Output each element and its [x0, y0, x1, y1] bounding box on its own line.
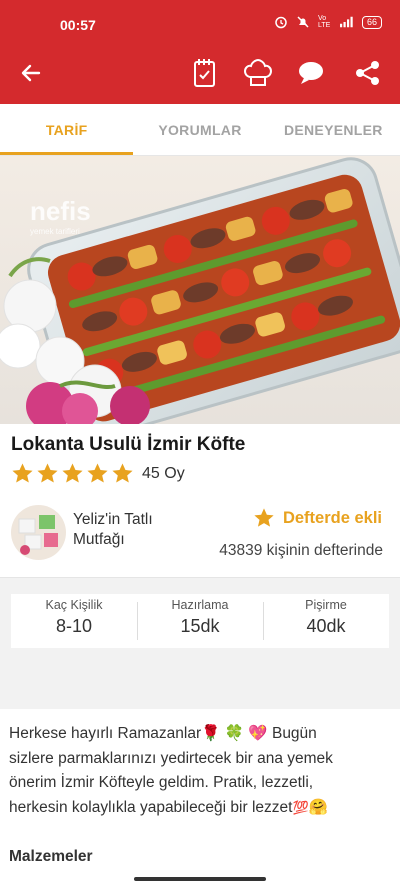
- servings-label: Kaç Kişilik: [45, 598, 103, 612]
- prep-time-value: 15dk: [180, 616, 220, 636]
- favorite-label: Defterde ekli: [282, 508, 382, 527]
- tab-bar: TARİF YORUMLAR DENEYENLER: [0, 104, 400, 156]
- rose-emoji: 🌹: [201, 725, 221, 742]
- share-button[interactable]: [351, 56, 385, 90]
- share-icon: [356, 61, 379, 85]
- rating[interactable]: 45 Oy: [11, 462, 185, 485]
- heart-emoji: 💖: [248, 725, 268, 742]
- comment-button[interactable]: [294, 56, 328, 90]
- back-button[interactable]: [14, 56, 48, 90]
- star-icon: [87, 463, 108, 483]
- info-section: Kaç Kişilik 8-10 Hazırlama 15dk Pişirme …: [0, 577, 400, 709]
- status-bar: 00:57 Vo LTE 66: [0, 0, 400, 42]
- hundred-emoji: 💯: [292, 799, 309, 815]
- star-icon: [12, 463, 33, 483]
- cook-time-value: 40dk: [306, 616, 346, 636]
- watermark-logo-sub: yemek tarifleri: [30, 227, 80, 236]
- ingredients-title: Malzemeler: [9, 848, 93, 865]
- notebook-icon: [194, 59, 215, 87]
- tab-recipe[interactable]: TARİF: [0, 104, 134, 155]
- mute-icon: [296, 15, 310, 29]
- author-name[interactable]: Yeliz'in Tatlı Mutfağı: [73, 510, 183, 550]
- tab-tried[interactable]: DENEYENLER: [267, 104, 400, 155]
- notebook-button[interactable]: [188, 56, 222, 90]
- prep-time-info: Hazırlama 15dk: [137, 594, 263, 648]
- app-bar: [0, 42, 400, 104]
- signal-icon: [339, 15, 354, 29]
- prep-time-label: Hazırlama: [171, 598, 229, 612]
- rating-count: 45 Oy: [142, 464, 185, 482]
- status-time: 00:57: [60, 17, 96, 33]
- recipe-title: Lokanta Usulü İzmir Köfte: [11, 434, 246, 455]
- author-avatar[interactable]: [11, 505, 66, 560]
- tab-comments[interactable]: YORUMLAR: [133, 104, 266, 155]
- chef-hat-button[interactable]: [241, 56, 275, 90]
- favorite-button[interactable]: Defterde ekli: [253, 507, 382, 529]
- star-icon: [62, 463, 83, 483]
- battery-indicator: 66: [361, 15, 382, 29]
- watermark-logo: nefis: [30, 196, 91, 226]
- lte-label: Vo LTE: [317, 15, 331, 29]
- servings-info: Kaç Kişilik 8-10: [11, 594, 137, 648]
- comment-icon: [299, 62, 323, 84]
- recipe-description: Herkese hayırlı Ramazanlar🌹 🍀 💖 Bugün si…: [9, 725, 333, 816]
- star-icon: [112, 463, 133, 483]
- servings-value: 8-10: [55, 616, 93, 636]
- recipe-info-card: Kaç Kişilik 8-10 Hazırlama 15dk Pişirme …: [11, 594, 389, 648]
- star-icon: [254, 508, 274, 527]
- recipe-photo[interactable]: nefis yemek tarifleri: [0, 156, 400, 424]
- back-arrow-icon: [21, 64, 41, 82]
- star-icon: [37, 463, 58, 483]
- hug-emoji: 🤗: [308, 798, 328, 816]
- clover-emoji: 🍀: [224, 725, 245, 742]
- home-indicator[interactable]: [134, 877, 266, 881]
- status-icons: Vo LTE 66: [274, 15, 382, 29]
- cook-time-info: Pişirme 40dk: [263, 594, 389, 648]
- alarm-icon: [274, 15, 288, 29]
- chef-hat-icon: [243, 58, 273, 86]
- favorite-count: 43839 kişinin defterinde: [219, 542, 383, 559]
- cook-time-label: Pişirme: [305, 598, 347, 612]
